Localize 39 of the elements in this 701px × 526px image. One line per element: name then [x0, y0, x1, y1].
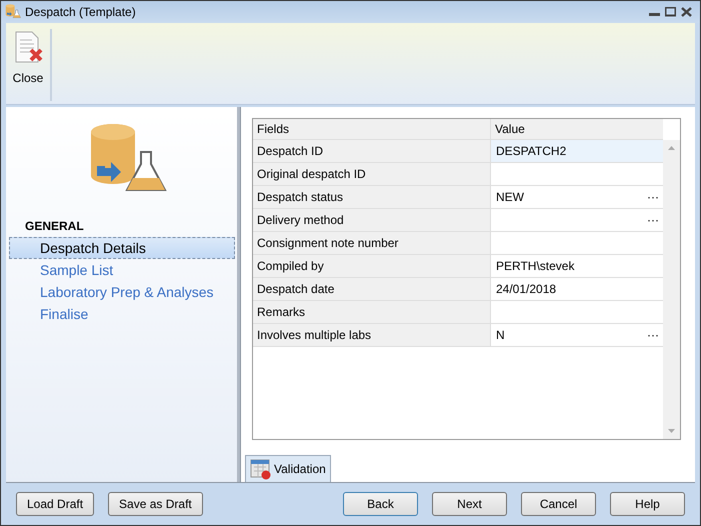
- value-cell[interactable]: NEW: [496, 188, 524, 206]
- column-header: Fields: [253, 119, 491, 139]
- column-header: Value: [494, 121, 526, 138]
- scroll-down-icon: [668, 429, 675, 433]
- maximize-icon[interactable]: [665, 7, 676, 17]
- database-flask-icon: [5, 4, 21, 20]
- window-title: Despatch (Template): [25, 4, 137, 21]
- sidebar-item[interactable]: Sample List: [9, 259, 235, 281]
- value-cell[interactable]: PERTH\stevek: [496, 257, 574, 275]
- field-name-cell: Despatch ID: [253, 140, 491, 162]
- field-name-cell: Original despatch ID: [253, 163, 491, 185]
- footer-button[interactable]: Next: [432, 492, 507, 516]
- value-cell[interactable]: N: [496, 326, 505, 344]
- scrollbar[interactable]: [663, 140, 680, 439]
- ellipsis-button[interactable]: ···: [645, 211, 661, 229]
- value-cell[interactable]: 24/01/2018: [496, 280, 556, 298]
- field-name-cell: Involves multiple labs: [253, 324, 491, 346]
- field-name-cell: Consignment note number: [253, 232, 491, 254]
- field-name-cell: Despatch status: [253, 186, 491, 208]
- calendar-error-icon: [250, 458, 272, 480]
- close-button[interactable]: Close: [6, 27, 50, 105]
- footer-button[interactable]: Back: [343, 492, 418, 516]
- footer-button[interactable]: Save as Draft: [108, 492, 203, 516]
- footer-button[interactable]: Help: [610, 492, 685, 516]
- field-name-cell: Despatch date: [253, 278, 491, 300]
- field-name-cell: Compiled by: [253, 255, 491, 277]
- sidebar-item[interactable]: Finalise: [9, 303, 235, 325]
- footer-button[interactable]: Load Draft: [16, 492, 94, 516]
- field-name-cell: Delivery method: [253, 209, 491, 231]
- close-icon[interactable]: [681, 7, 692, 17]
- sidebar-item[interactable]: Despatch Details: [9, 237, 235, 259]
- footer-button[interactable]: Cancel: [521, 492, 596, 516]
- scroll-up-icon: [668, 146, 675, 150]
- ellipsis-button[interactable]: ···: [645, 188, 661, 206]
- section-heading: GENERAL: [25, 218, 85, 235]
- validation-tab[interactable]: Validation: [245, 455, 331, 482]
- field-name-cell: Remarks: [253, 301, 491, 323]
- ellipsis-button[interactable]: ···: [645, 326, 661, 344]
- sidebar-item[interactable]: Laboratory Prep & Analyses: [9, 281, 235, 303]
